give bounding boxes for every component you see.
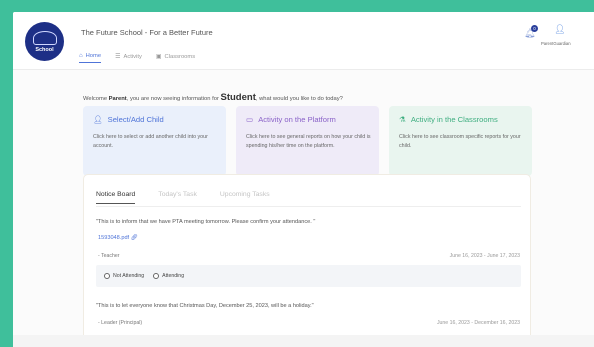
nav-home-label: Home [85, 53, 102, 59]
welcome-student: Student [220, 92, 256, 103]
radio-not-attending[interactable]: Not Attending [104, 273, 144, 279]
home-icon: ⌂ [79, 53, 83, 59]
nav-activity[interactable]: ☰ Activity [115, 53, 142, 63]
nav-classrooms-label: Classrooms [164, 53, 196, 60]
tab-upcoming-tasks[interactable]: Upcoming Tasks [220, 191, 270, 204]
school-title: The Future School - For a Better Future [81, 28, 213, 37]
card-select-add-child-title: 👤︎ Select/Add Child [93, 115, 216, 124]
main-nav: ⌂ Home ☰ Activity ▣ Classrooms [79, 53, 195, 63]
card-title-label: Activity in the Classrooms [410, 115, 498, 124]
notice-dates: June 16, 2023 - June 17, 2023 [449, 253, 520, 259]
card-title-label: Select/Add Child [107, 115, 164, 124]
school-logo[interactable]: School [25, 22, 64, 61]
radio-circle [104, 273, 110, 279]
radio-attending[interactable]: Attending [153, 273, 184, 279]
welcome-message: Welcome Parent, you are now seeing infor… [83, 92, 343, 103]
monitor-icon: ▭ [246, 115, 254, 124]
notice-tabs: Notice Board Today's Task Upcoming Tasks [96, 191, 270, 204]
card-description: Click here to select or add another chil… [93, 134, 208, 149]
card-activity-classrooms[interactable]: ⚗︎ Activity in the Classrooms Click here… [389, 106, 532, 176]
notice-dates: June 16, 2023 - December 16, 2023 [436, 320, 520, 326]
user-name[interactable]: ParentGuardian [541, 41, 571, 46]
classroom-icon: ▣ [155, 54, 162, 60]
nav-classrooms[interactable]: ▣ Classrooms [156, 53, 195, 63]
card-activity-platform[interactable]: ▭ Activity on the Platform Click here to… [236, 106, 379, 176]
notifications-button[interactable]: 🔔︎ 0 [524, 25, 538, 40]
notice-board-panel: Notice Board Today's Task Upcoming Tasks… [83, 174, 531, 340]
nav-home[interactable]: ⌂ Home [79, 53, 102, 63]
welcome-middle: , you are now seeing information for [126, 96, 221, 102]
notice-author: - Leader (Principal) [98, 320, 143, 326]
logo-emblem-icon [32, 30, 57, 45]
card-title-label: Activity on the Platform [258, 115, 336, 124]
card-select-add-child[interactable]: 👤︎ Select/Add Child Click here to select… [83, 106, 226, 176]
notice-message: "This is to let everyone know that Chris… [96, 303, 314, 309]
link-icon: 🔗︎ [130, 235, 138, 241]
radio-label: Attending [162, 273, 185, 279]
logo-text: School [35, 46, 54, 53]
welcome-role: Parent [108, 96, 127, 102]
nav-activity-label: Activity [123, 53, 142, 60]
header: School The Future School - For a Better … [13, 12, 594, 70]
notice-attachment-link[interactable]: 1593048.pdf 🔗︎ [98, 235, 138, 241]
attendance-options: Not Attending Attending [96, 265, 521, 287]
card-description: Click here to see classroom specific rep… [399, 134, 521, 149]
footer-strip [13, 335, 594, 347]
notice-author: - Teacher [98, 253, 120, 259]
attachment-filename: 1593048.pdf [98, 235, 130, 241]
tab-divider [96, 206, 521, 207]
welcome-prefix: Welcome [83, 96, 109, 102]
card-description: Click here to see general reports on how… [246, 134, 371, 149]
card-activity-classrooms-title: ⚗︎ Activity in the Classrooms [399, 115, 522, 124]
notification-badge: 0 [531, 25, 538, 32]
page-container: School The Future School - For a Better … [13, 12, 594, 347]
radio-circle [153, 273, 160, 279]
welcome-suffix: , what would you like to do today? [255, 96, 343, 102]
user-icon[interactable]: 👤︎ [554, 24, 566, 36]
flask-icon: ⚗︎ [399, 115, 406, 124]
activity-icon: ☰ [115, 54, 121, 60]
radio-label: Not Attending [113, 273, 145, 279]
tab-notice-board[interactable]: Notice Board [96, 191, 136, 204]
card-activity-platform-title: ▭ Activity on the Platform [246, 115, 369, 124]
tab-todays-task[interactable]: Today's Task [158, 191, 197, 204]
notice-message: "This is to inform that we have PTA meet… [96, 219, 316, 225]
person-icon: 👤︎ [93, 115, 103, 124]
